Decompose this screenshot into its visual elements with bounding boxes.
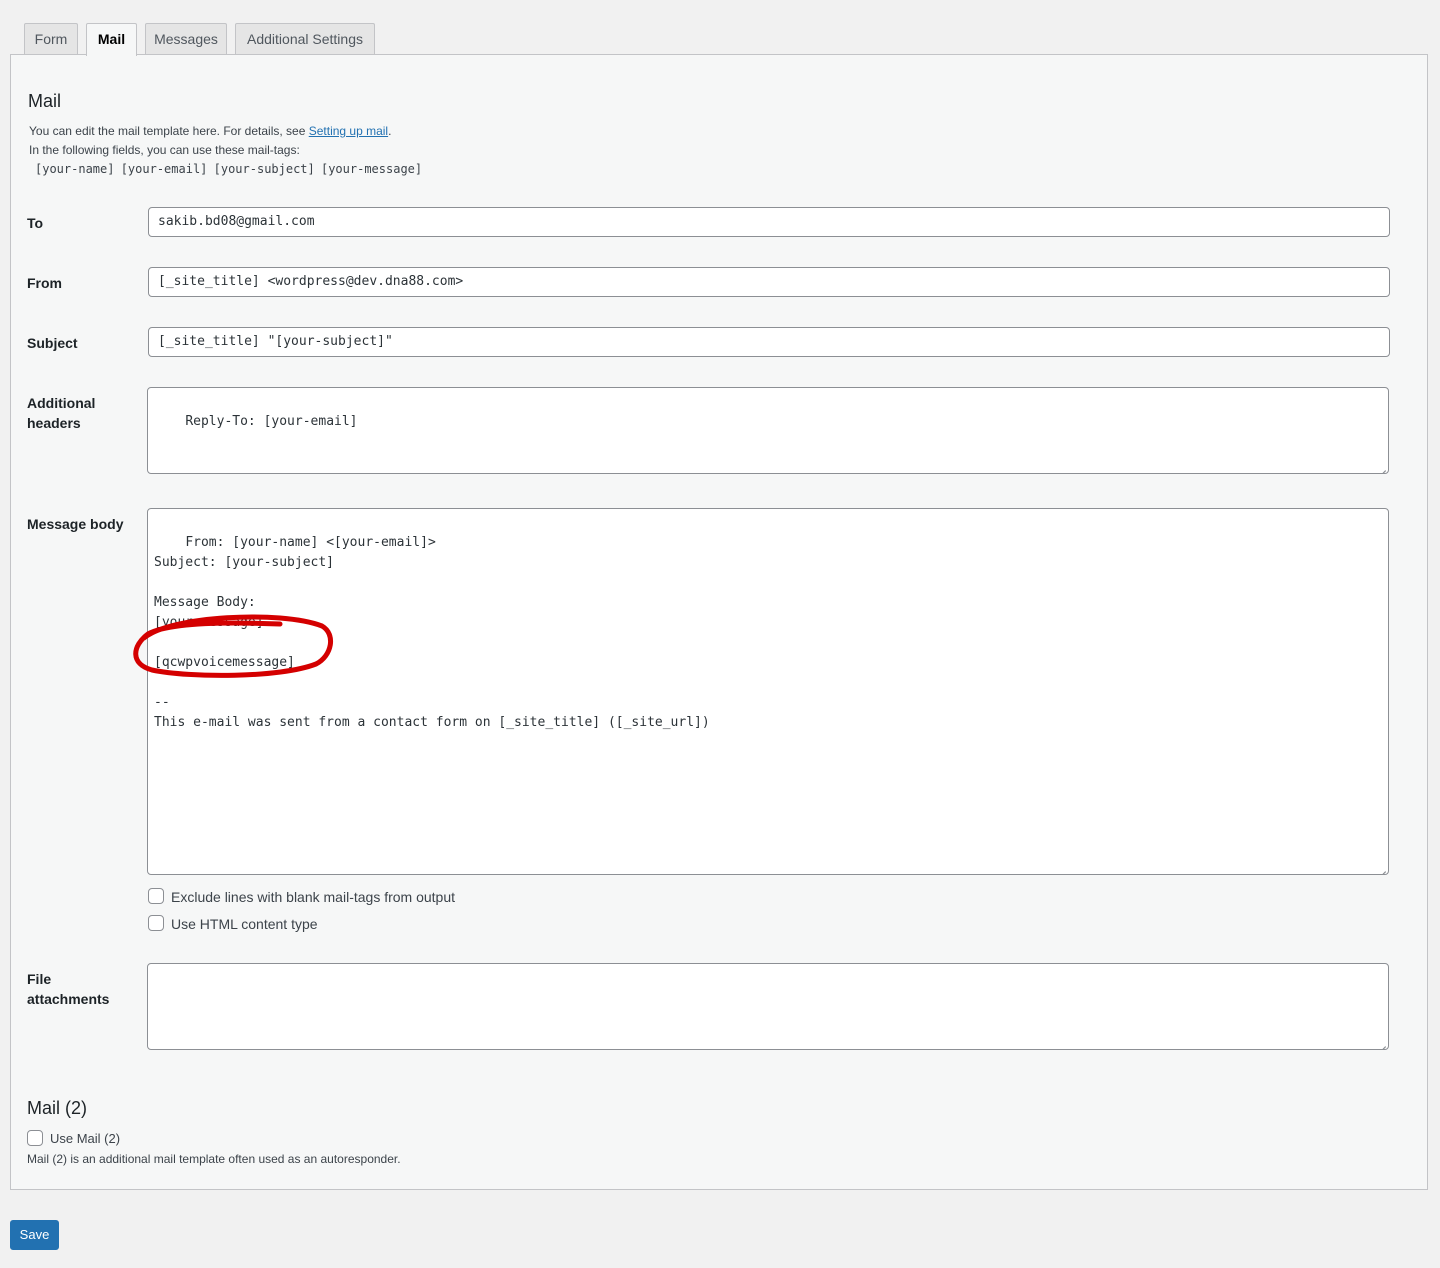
additional-headers-label-line1: Additional bbox=[27, 395, 96, 411]
mail-intro: You can edit the mail template here. For… bbox=[29, 122, 391, 141]
mail-tags-intro: In the following fields, you can use the… bbox=[29, 143, 300, 157]
file-attachments-label-line2: attachments bbox=[27, 991, 110, 1007]
mail-section-title: Mail bbox=[28, 91, 62, 111]
mail-panel: Mail You can edit the mail template here… bbox=[10, 54, 1428, 1190]
additional-headers-value: Reply-To: [your-email] bbox=[185, 414, 358, 429]
mail2-description: Mail (2) is an additional mail template … bbox=[27, 1152, 401, 1166]
tab-form[interactable]: Form bbox=[24, 23, 78, 55]
message-body-textarea[interactable]: From: [your-name] <[your-email]> Subject… bbox=[147, 508, 1389, 875]
intro-end: . bbox=[388, 124, 392, 138]
intro-text: You can edit the mail template here. For… bbox=[29, 124, 309, 138]
mail2-section-title: Mail (2) bbox=[27, 1098, 88, 1118]
tab-mail[interactable]: Mail bbox=[86, 23, 137, 56]
exclude-blank-checkbox[interactable] bbox=[148, 888, 164, 904]
additional-headers-label-line2: headers bbox=[27, 415, 81, 431]
mail-tags-list: [your-name] [your-email] [your-subject] … bbox=[35, 162, 423, 176]
additional-headers-label: Additional headers bbox=[27, 393, 95, 433]
tab-additional-settings[interactable]: Additional Settings bbox=[235, 23, 375, 55]
setting-up-mail-link[interactable]: Setting up mail bbox=[309, 124, 388, 138]
use-html-checkbox[interactable] bbox=[148, 915, 164, 931]
message-body-value: From: [your-name] <[your-email]> Subject… bbox=[154, 535, 710, 730]
use-mail2-checkbox[interactable] bbox=[27, 1130, 43, 1146]
message-body-label: Message body bbox=[27, 516, 124, 532]
use-mail2-label[interactable]: Use Mail (2) bbox=[50, 1131, 120, 1147]
save-button[interactable]: Save bbox=[10, 1220, 59, 1250]
to-label: To bbox=[27, 215, 44, 231]
resize-handle-icon[interactable] bbox=[1377, 462, 1387, 472]
resize-handle-icon[interactable] bbox=[1377, 1038, 1387, 1048]
file-attachments-label: File attachments bbox=[27, 969, 109, 1009]
from-label: From bbox=[27, 275, 62, 291]
subject-field[interactable]: [_site_title] "[your-subject]" bbox=[148, 327, 1390, 357]
file-attachments-textarea[interactable] bbox=[147, 963, 1389, 1050]
resize-handle-icon[interactable] bbox=[1377, 863, 1387, 873]
file-attachments-label-line1: File bbox=[27, 971, 52, 987]
from-field[interactable]: [_site_title] <wordpress@dev.dna88.com> bbox=[148, 267, 1390, 297]
subject-label: Subject bbox=[27, 335, 78, 351]
to-field[interactable]: sakib.bd08@gmail.com bbox=[148, 207, 1390, 237]
use-html-label[interactable]: Use HTML content type bbox=[171, 916, 318, 932]
tab-messages[interactable]: Messages bbox=[145, 23, 227, 55]
exclude-blank-label[interactable]: Exclude lines with blank mail-tags from … bbox=[171, 889, 455, 905]
additional-headers-textarea[interactable]: Reply-To: [your-email] bbox=[147, 387, 1389, 474]
